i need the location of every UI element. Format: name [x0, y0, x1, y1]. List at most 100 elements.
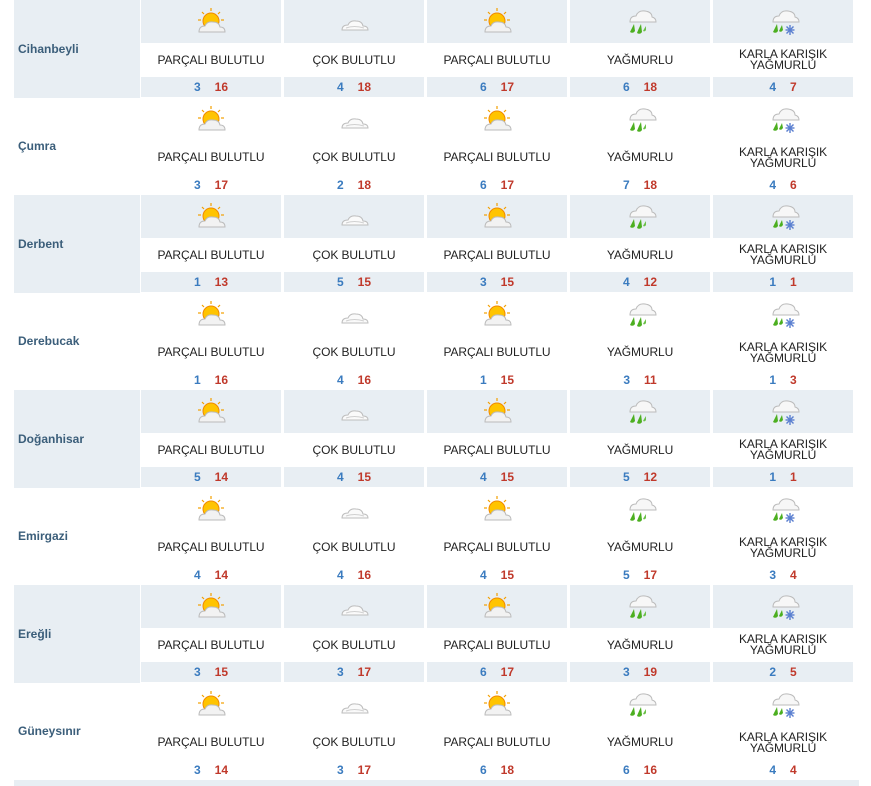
temperature-range: 3 11	[570, 370, 710, 390]
forecast-cell: YAĞMURLU 6 16	[570, 682, 712, 780]
weather-description: KARLA KARIŞIK YAĞMURLU	[738, 534, 828, 560]
city-name[interactable]: Güneysınır	[14, 683, 140, 781]
max-temp: 7	[790, 80, 797, 94]
icon-area	[427, 195, 567, 238]
weather-description: PARÇALI BULUTLU	[443, 637, 551, 652]
min-temp: 4	[479, 470, 487, 484]
max-temp: 18	[643, 80, 658, 94]
weather-description: KARLA KARIŞIK YAĞMURLU	[738, 729, 828, 755]
min-temp: 4	[769, 80, 776, 94]
temperature-range: 4 18	[284, 77, 424, 97]
description-area: KARLA KARIŞIK YAĞMURLU	[713, 531, 853, 565]
weather-description: ÇOK BULUTLU	[312, 637, 396, 652]
temperature-range: 1 16	[141, 370, 281, 390]
temperature-range: 6 16	[570, 760, 710, 780]
weather-description: PARÇALI BULUTLU	[443, 735, 551, 749]
min-temp: 5	[193, 470, 201, 484]
forecast-cell: PARÇALI BULUTLU 3 14	[141, 682, 283, 780]
temperature-range: 25	[713, 662, 853, 682]
city-name[interactable]: Cihanbeyli	[14, 0, 140, 98]
temperature-range: 6 18	[570, 77, 710, 97]
weather-description: PARÇALI BULUTLU	[157, 150, 265, 164]
cloudy-icon	[336, 299, 372, 331]
max-temp: 16	[643, 762, 658, 777]
icon-area	[427, 683, 567, 726]
description-area: KARLA KARIŞIK YAĞMURLU	[713, 433, 853, 467]
description-area: YAĞMURLU	[570, 628, 710, 662]
icon-area	[141, 0, 281, 43]
min-temp: 3	[479, 275, 487, 289]
weather-description: KARLA KARIŞIK YAĞMURLU	[738, 339, 828, 365]
description-area: KARLA KARIŞIK YAĞMURLU	[713, 238, 853, 272]
forecast-cell: ÇOK BULUTLU 4 16	[284, 487, 426, 585]
description-area: YAĞMURLU	[570, 141, 710, 175]
city-name[interactable]: Derebucak	[14, 293, 140, 391]
min-temp: 3	[622, 665, 630, 679]
city-name[interactable]: Çumra	[14, 98, 140, 196]
forecast-cell: KARLA KARIŞIK YAĞMURLU 1 1	[713, 195, 855, 293]
cloudy-icon	[336, 396, 372, 428]
min-temp: 3	[193, 665, 201, 679]
partly-cloudy-icon	[479, 689, 515, 721]
description-area: PARÇALI BULUTLU	[141, 433, 281, 467]
city-name[interactable]: Derbent	[14, 195, 140, 293]
forecast-cell: KARLA KARIŞIK YAĞMURLU 1 1	[713, 390, 855, 488]
weather-description: KARLA KARIŞIK YAĞMURLU	[738, 47, 828, 72]
description-area: PARÇALI BULUTLU	[427, 433, 567, 467]
partly-cloudy-icon	[479, 201, 515, 233]
city-name[interactable]: Ereğli	[14, 585, 140, 683]
icon-area	[284, 390, 424, 433]
max-temp: 12	[643, 470, 658, 484]
description-area: PARÇALI BULUTLU	[141, 531, 281, 565]
temperature-range: 4 15	[284, 467, 424, 487]
icon-area	[284, 585, 424, 628]
weather-description: PARÇALI BULUTLU	[157, 442, 265, 457]
max-temp: 3	[790, 372, 797, 387]
weather-description: ÇOK BULUTLU	[312, 345, 396, 359]
description-area: PARÇALI BULUTLU	[427, 238, 567, 272]
icon-area	[427, 390, 567, 433]
icon-area	[284, 98, 424, 141]
forecast-cell: ÇOK BULUTLU 5 15	[284, 195, 426, 293]
partly-cloudy-icon	[193, 689, 229, 721]
max-temp: 16	[214, 80, 229, 94]
description-area: YAĞMURLU	[570, 726, 710, 760]
temperature-range: 4 16	[284, 370, 424, 390]
description-area: KARLA KARIŞIK YAĞMURLU	[713, 726, 853, 760]
description-area: ÇOK BULUTLU	[284, 43, 424, 77]
description-area: YAĞMURLU	[570, 336, 710, 370]
weather-description: YAĞMURLU	[606, 735, 674, 749]
max-temp: 14	[214, 762, 229, 777]
description-area: PARÇALI BULUTLU	[141, 141, 281, 175]
weather-description: PARÇALI BULUTLU	[157, 52, 265, 67]
temperature-range: 3 15	[427, 272, 567, 292]
temperature-range: 4 12	[570, 272, 710, 292]
weather-description: PARÇALI BULUTLU	[157, 735, 265, 749]
icon-area	[570, 390, 710, 433]
forecast-cell: PARÇALI BULUTLU 3 15	[141, 585, 283, 683]
description-area: KARLA KARIŞIK YAĞMURLU	[713, 336, 853, 370]
weather-description: YAĞMURLU	[606, 442, 674, 457]
partly-cloudy-icon	[479, 104, 515, 136]
icon-area	[427, 293, 567, 336]
min-temp: 6	[622, 80, 630, 94]
min-temp: 4	[479, 567, 487, 582]
min-temp: 6	[479, 80, 487, 94]
rain-icon	[622, 104, 658, 136]
rain-icon	[622, 299, 658, 331]
city-name[interactable]: Doğanhisar	[14, 390, 140, 488]
weather-description: KARLA KARIŞIK YAĞMURLU	[738, 632, 828, 657]
icon-area	[713, 683, 853, 726]
min-temp: 2	[336, 177, 344, 192]
forecast-cell: PARÇALI BULUTLU 5 14	[141, 390, 283, 488]
temperature-range: 11	[713, 272, 853, 292]
max-temp: 17	[357, 762, 372, 777]
temperature-range: 6 17	[427, 662, 567, 682]
icon-area	[570, 683, 710, 726]
sleet-icon	[765, 396, 801, 428]
max-temp: 15	[500, 275, 515, 289]
max-temp: 16	[357, 372, 372, 387]
city-name[interactable]: Emirgazi	[14, 488, 140, 586]
weather-description: PARÇALI BULUTLU	[157, 345, 265, 359]
icon-area	[141, 195, 281, 238]
